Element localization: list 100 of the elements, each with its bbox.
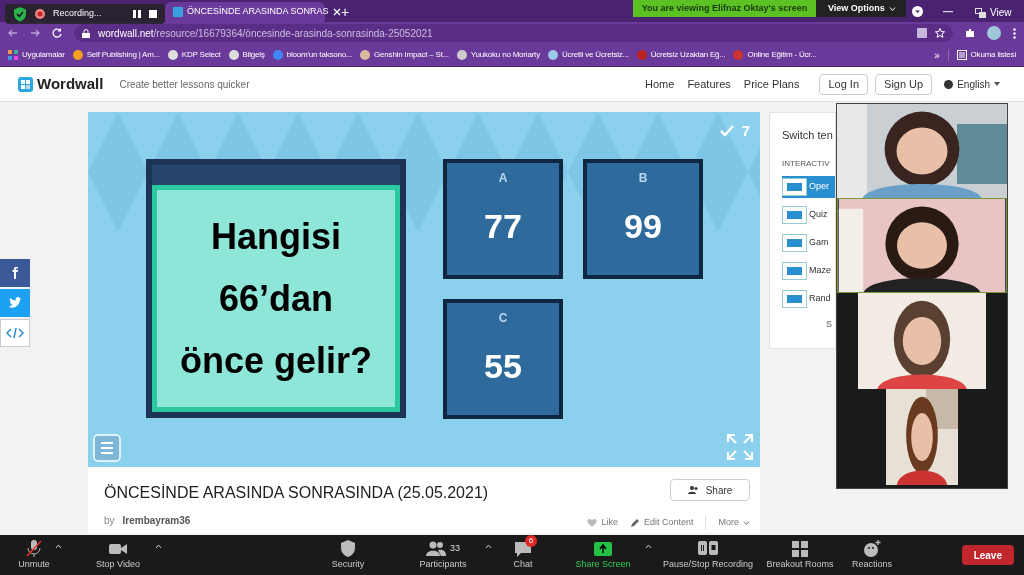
template-icon [782,177,807,196]
caret-icon [743,520,750,525]
template-item[interactable]: Oper [782,175,835,198]
facebook-icon[interactable] [0,259,30,287]
toolbar-button[interactable]: Security [308,538,388,572]
bookmark-link[interactable]: KDP Select [167,49,221,61]
answer-value: 99 [624,206,662,247]
bookmark-icon [733,50,744,60]
language-selector[interactable]: English [944,76,1000,92]
caret-icon[interactable] [485,544,492,550]
toolbar-button[interactable]: Breakout Rooms [758,538,842,572]
toolbar-button[interactable]: Unmute [0,538,68,572]
bookmark-icon [228,50,239,60]
bookmark-link[interactable]: bloom'un taksono... [272,49,353,61]
view-button[interactable]: View [990,5,1012,20]
template-label: Oper [809,179,829,193]
answer-value: 77 [484,206,522,247]
template-item[interactable]: Maze [782,259,835,282]
action-link[interactable]: More [705,516,750,530]
bookmark-link[interactable]: Bilgelş [228,49,265,61]
template-icon [782,233,807,252]
caret-icon[interactable] [645,544,652,550]
answer-letter: C [498,310,508,327]
toolbar-button[interactable]: Stop Video [68,538,168,572]
star-icon[interactable] [935,28,945,38]
caret-icon[interactable] [155,544,162,550]
header-button[interactable]: Log In [819,73,869,95]
caret-icon [994,82,1000,86]
twitter-icon[interactable] [0,289,30,317]
reload-icon [52,28,62,38]
grid-icon [790,538,810,558]
embed-code-icon[interactable] [0,319,30,347]
toolbar-button[interactable]: Share Screen [548,538,658,572]
bookmark-link[interactable]: Genshin Impact – St... [360,49,449,61]
toolbar-button[interactable]: Reactions [842,538,902,572]
view-options-button[interactable]: View Options [816,0,906,17]
toolbar-label: Unmute [18,558,50,572]
menu-icon[interactable] [1013,27,1016,39]
template-label: Gam [809,235,829,249]
answer-card[interactable]: C 55 [443,299,563,419]
pause-icon[interactable] [133,10,141,18]
back-icon [8,28,18,38]
toolbar-button[interactable]: Pause/Stop Recording [658,538,758,572]
bookmark-link[interactable]: Online Eğitim - Ücr... [733,49,817,61]
bookmark-link[interactable]: Ücretsiz Uzaktan Eğ... [636,49,726,61]
template-icon [782,289,807,308]
screen-share-banner: You are viewing Elifnaz Oktay's screen [633,0,816,17]
toolbar-label: Share Screen [575,558,631,572]
activity-title: ÖNCESİNDE ARASINDA SONRASINDA (25.05.2021) [104,483,489,503]
dropdown-icon[interactable] [912,6,923,17]
bookmark-link[interactable]: Self Publishing | Am... [72,49,160,61]
record-dot-icon [35,9,45,19]
answer-card[interactable]: A 77 [443,159,563,279]
answer-card[interactable]: B 99 [583,159,703,279]
toolbar-label: Security [331,558,365,572]
pause-stop-icon [698,538,718,558]
bookmark-icon [547,50,558,60]
bookmark-link[interactable]: Ücretli ve Ücretsiz... [547,49,629,61]
nav-link[interactable]: Features [687,75,731,93]
toolbar-button[interactable]: 6 Chat [498,538,548,572]
bookmark-icon [72,50,83,60]
caret-icon[interactable] [55,544,62,550]
answer-value: 55 [484,346,522,387]
bookmark-icon [456,50,467,60]
toolbar-button[interactable]: 33 Participants [388,538,498,572]
nav-link[interactable]: Price Plans [743,75,800,93]
nav-link[interactable]: Home [645,75,675,93]
panel-title: Switch ten [782,128,834,143]
bookmark-icon [272,50,283,60]
bookmark-link[interactable]: Yuukoku no Moriarty [456,49,540,61]
template-item[interactable]: Quiz [782,203,835,226]
answer-letter: B [638,170,648,187]
minimize-icon[interactable] [943,11,953,13]
answer-letter: A [498,170,508,187]
show-more-link[interactable]: S [826,317,835,331]
list-icon [956,50,967,60]
pencil-icon [629,517,640,528]
close-icon[interactable] [332,8,341,16]
template-icon [782,205,807,224]
grid-view-icon[interactable] [975,7,986,18]
more-bookmarks-button[interactable]: » [934,47,940,63]
template-item[interactable]: Rand [782,287,835,310]
action-link[interactable]: Like [587,516,618,530]
action-link[interactable]: Edit Content [629,516,694,530]
header-button[interactable]: Sign Up [875,73,933,95]
reading-list-button[interactable]: Okuma listesi [947,49,1016,61]
toolbar-label: Stop Video [96,558,140,572]
wordwall-logo[interactable]: Wordwall [18,72,104,96]
bookmark-link[interactable]: Uygulamalar [8,49,65,61]
participant-count: 33 [450,541,460,555]
leave-button[interactable]: Leave [961,545,1014,565]
address-bar[interactable]: wordwall.net/resource/16679364/öncesinde-arasinda-sonrasinda-25052021 [74,24,953,42]
template-item[interactable]: Gam [782,231,835,254]
profile-avatar-icon[interactable] [987,26,1001,40]
author-link[interactable]: Irembayram36 [122,513,191,528]
shield-icon [338,538,358,558]
share-button[interactable]: Share [670,479,750,501]
new-tab-button[interactable]: + [333,2,358,22]
toolbar-label: Reactions [852,558,892,572]
caret-icon [888,6,896,11]
